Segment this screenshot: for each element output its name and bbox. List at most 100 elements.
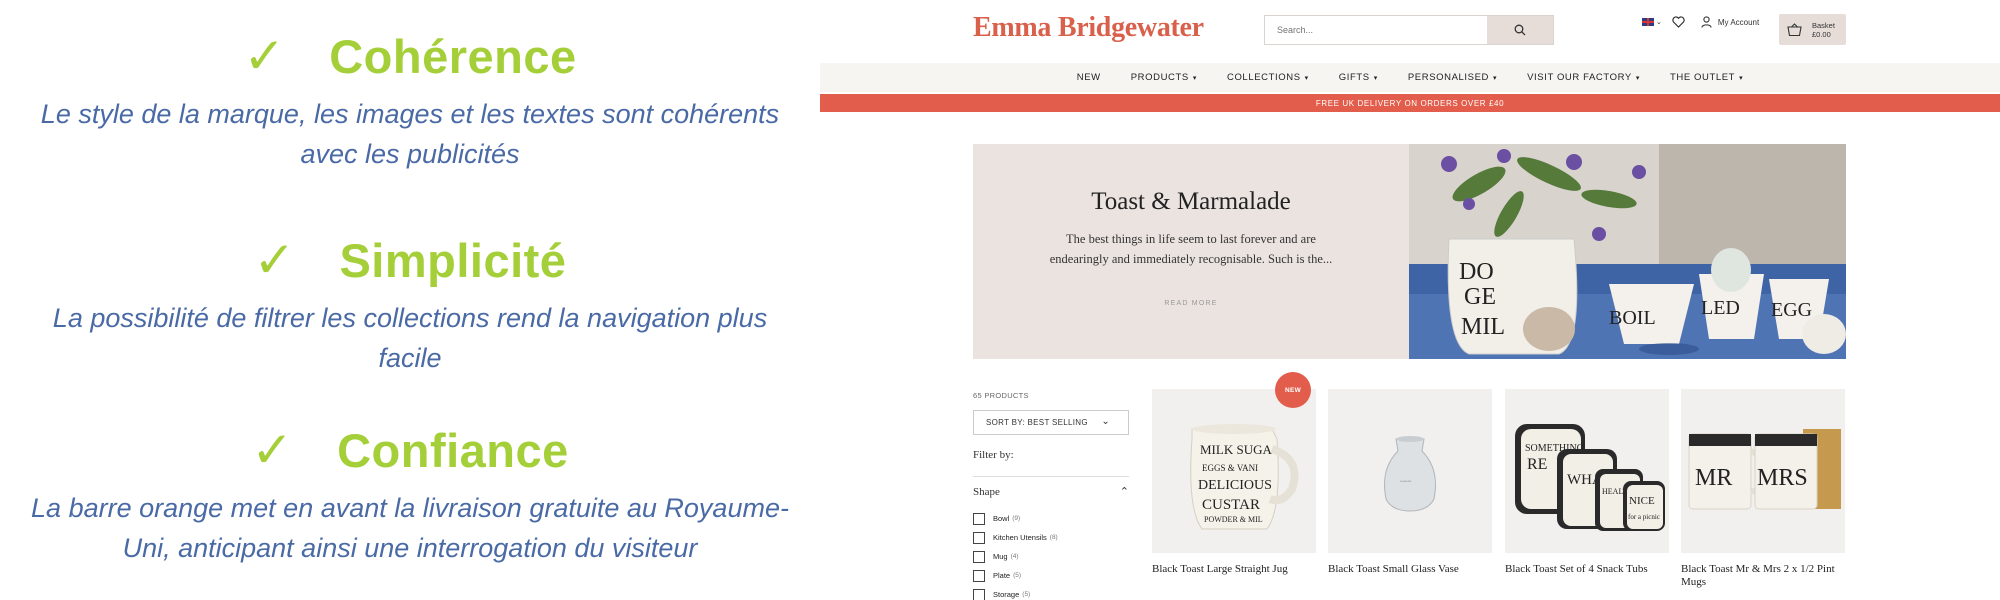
- chevron-down-icon: ⌄: [1656, 19, 1662, 26]
- filter-count: (9): [1012, 515, 1021, 522]
- filter-by-label: Filter by:: [973, 449, 1014, 461]
- product-image[interactable]: MILK SUGA EGGS & VANI DELICIOUS CUSTAR P…: [1152, 389, 1316, 553]
- nav-item-new[interactable]: NEW: [1077, 72, 1101, 83]
- annotation-description: La barre orange met en avant la livraiso…: [31, 493, 789, 563]
- chevron-down-icon: ▾: [1192, 74, 1197, 82]
- product-name[interactable]: Black Toast Large Straight Jug: [1152, 563, 1316, 576]
- svg-text:DO: DO: [1459, 259, 1494, 285]
- filter-checkbox[interactable]: [973, 588, 985, 600]
- product-image[interactable]: SOMETHING RE WHAT HEALTHY NICE for a pic…: [1505, 389, 1669, 553]
- shape-filter-toggle[interactable]: Shape ⌃: [973, 486, 1129, 498]
- jug-illustration: MILK SUGA EGGS & VANI DELICIOUS CUSTAR P…: [1190, 424, 1299, 530]
- snack-tubs-illustration: SOMETHING RE WHAT HEALTHY NICE for a pic…: [1515, 424, 1665, 531]
- svg-text:BOIL: BOIL: [1609, 307, 1656, 329]
- chevron-down-icon: ▾: [1373, 74, 1378, 82]
- filter-label: Bowl: [993, 514, 1010, 523]
- nav-item-collections[interactable]: COLLECTIONS ▾: [1227, 72, 1309, 83]
- my-account-link[interactable]: My Account: [1701, 16, 1759, 28]
- filter-checkbox[interactable]: [973, 512, 985, 525]
- svg-text:CUSTAR: CUSTAR: [1202, 497, 1260, 513]
- filter-label: Kitchen Utensils: [993, 533, 1047, 542]
- nav-item-visit-our-factory[interactable]: VISIT OUR FACTORY ▾: [1527, 72, 1640, 83]
- nav-item-personalised[interactable]: PERSONALISED ▾: [1408, 72, 1497, 83]
- svg-text:LED: LED: [1701, 297, 1740, 319]
- search-icon: [1514, 24, 1526, 36]
- annotation-description: Le style de la marque, les images et les…: [40, 99, 780, 169]
- product-name[interactable]: Black Toast Mr & Mrs 2 x 1/2 Pint Mugs: [1681, 563, 1845, 589]
- product-image[interactable]: MR MRS: [1681, 389, 1845, 553]
- annotation-confiance: ✓ Confiance La barre orange met en avant…: [0, 418, 820, 568]
- svg-text:DELICIOUS: DELICIOUS: [1198, 478, 1272, 493]
- chevron-down-icon: ▾: [1635, 74, 1640, 82]
- filter-label: Storage: [993, 590, 1020, 599]
- free-delivery-banner[interactable]: FREE UK DELIVERY ON ORDERS OVER £40: [820, 94, 2000, 112]
- svg-text:MILK SUGA: MILK SUGA: [1200, 442, 1272, 457]
- product-count: 65 PRODUCTS: [973, 391, 1029, 400]
- annotation-coherence: ✓ Cohérence Le style de la marque, les i…: [0, 24, 820, 174]
- brand-logo[interactable]: Emma Bridgewater: [973, 12, 1204, 44]
- filter-option-plate[interactable]: Plate (5): [973, 566, 1058, 585]
- nav-label: COLLECTIONS: [1226, 72, 1301, 83]
- search-button[interactable]: [1487, 16, 1553, 44]
- svg-text:for a picnic: for a picnic: [1628, 513, 1660, 521]
- product-name[interactable]: Black Toast Set of 4 Snack Tubs: [1505, 563, 1669, 576]
- nav-item-gifts[interactable]: GIFTS ▾: [1339, 72, 1378, 83]
- shape-filter-list: Bowl (9) Kitchen Utensils (8) Mug (4) Pl…: [973, 509, 1058, 600]
- product-card[interactable]: NEW MILK SUGA EGGS & VANI DELICIOUS CUST…: [1152, 372, 1316, 576]
- header-tools: ⌄ My Account: [1642, 16, 1759, 28]
- nav-label: NEW: [1076, 72, 1101, 83]
- uk-flag-icon: [1642, 18, 1654, 26]
- nav-item-products[interactable]: PRODUCTS ▾: [1131, 72, 1197, 83]
- svg-text:NICE: NICE: [1629, 495, 1655, 507]
- filter-label: Mug: [993, 552, 1008, 561]
- product-card[interactable]: ~~~ Black Toast Small Glass Vase: [1328, 389, 1492, 576]
- product-image[interactable]: ~~~: [1328, 389, 1492, 553]
- read-more-link[interactable]: READ MORE: [973, 300, 1409, 307]
- checkmark-icon: ✓: [251, 421, 294, 479]
- wishlist-heart-icon[interactable]: [1672, 16, 1685, 28]
- nav-item-the-outlet[interactable]: THE OUTLET ▾: [1670, 72, 1743, 83]
- collection-hero: Toast & Marmalade The best things in lif…: [973, 144, 1846, 359]
- annotation-simplicite: ✓ Simplicité La possibilité de filtrer l…: [0, 228, 820, 378]
- hero-description: The best things in life seem to last for…: [1049, 232, 1333, 266]
- filter-label: Plate: [993, 571, 1011, 580]
- annotation-title: Confiance: [337, 423, 569, 477]
- svg-text:MR: MR: [1695, 465, 1732, 491]
- filter-checkbox[interactable]: [973, 550, 985, 563]
- checkmark-icon: ✓: [253, 231, 296, 289]
- svg-text:~~~: ~~~: [1400, 478, 1412, 486]
- filter-option-mug[interactable]: Mug (4): [973, 547, 1058, 566]
- country-selector[interactable]: ⌄: [1642, 18, 1662, 26]
- product-name[interactable]: Black Toast Small Glass Vase: [1328, 563, 1492, 576]
- divider: [973, 476, 1129, 477]
- svg-text:GE: GE: [1464, 284, 1496, 310]
- svg-text:MIL: MIL: [1461, 314, 1505, 340]
- filter-count: (8): [1049, 534, 1058, 541]
- hero-title: Toast & Marmalade: [1091, 188, 1291, 215]
- sort-dropdown[interactable]: SORT BY: BEST SELLING ⌄: [973, 410, 1129, 435]
- filter-option-bowl[interactable]: Bowl (9): [973, 509, 1058, 528]
- annotation-panel: ✓ Cohérence Le style de la marque, les i…: [0, 0, 820, 600]
- filter-checkbox[interactable]: [973, 531, 985, 544]
- glass-vase-illustration: ~~~: [1384, 436, 1436, 512]
- filter-checkbox[interactable]: [973, 569, 985, 582]
- website-screenshot: Emma Bridgewater ⌄: [820, 0, 2000, 600]
- filter-count: (4): [1010, 553, 1019, 560]
- user-icon: [1701, 16, 1712, 28]
- site-header: Emma Bridgewater ⌄: [820, 0, 2000, 60]
- chevron-down-icon: ▾: [1304, 74, 1309, 82]
- product-card[interactable]: MR MRS Black Toast Mr & Mrs 2 x 1/2 Pint…: [1681, 389, 1845, 589]
- shape-filter-heading: Shape: [973, 486, 1000, 498]
- product-card[interactable]: SOMETHING RE WHAT HEALTHY NICE for a pic…: [1505, 389, 1669, 576]
- search-input[interactable]: [1265, 16, 1487, 44]
- filter-option-storage[interactable]: Storage (5): [973, 585, 1058, 600]
- filter-option-kitchen-utensils[interactable]: Kitchen Utensils (8): [973, 528, 1058, 547]
- annotation-description: La possibilité de filtrer les collection…: [52, 303, 768, 373]
- mr-mrs-mugs-illustration: MR MRS: [1688, 429, 1841, 510]
- filter-count: (5): [1013, 572, 1022, 579]
- my-account-label: My Account: [1717, 17, 1760, 27]
- svg-text:POWDER & MIL: POWDER & MIL: [1204, 515, 1263, 524]
- basket-button[interactable]: Basket £0.00: [1779, 14, 1846, 45]
- new-badge: NEW: [1275, 372, 1311, 408]
- hero-text-panel: Toast & Marmalade The best things in lif…: [973, 144, 1409, 359]
